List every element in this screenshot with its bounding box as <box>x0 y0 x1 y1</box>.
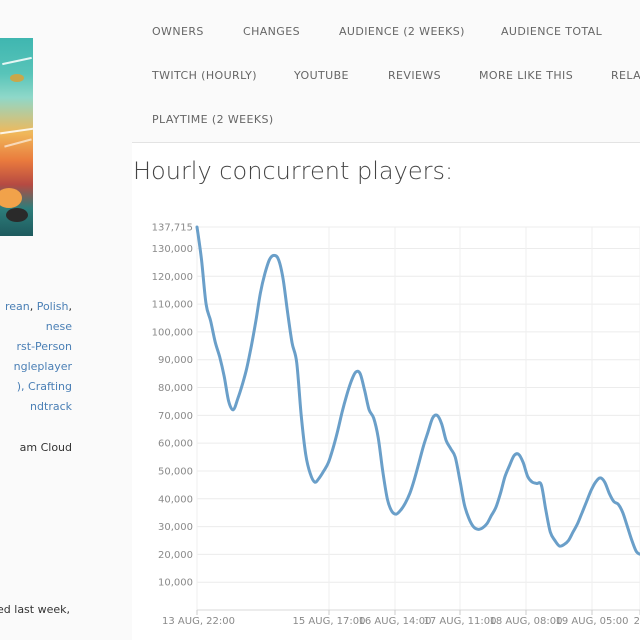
image-streak <box>0 127 33 135</box>
x-tick-label: 16 AUG, 14:00 <box>359 616 432 627</box>
nav-playtime-2-weeks[interactable]: PLAYTIME (2 WEEKS) <box>152 113 274 126</box>
x-axis: 13 AUG, 22:00 15 AUG, 17:0016 AUG, 14:001… <box>162 610 640 627</box>
nav-audience-total[interactable]: AUDIENCE TOTAL <box>501 25 602 38</box>
tag-link-partial[interactable]: ), <box>17 380 28 393</box>
y-tick-label: 20,000 <box>158 550 193 561</box>
image-shape <box>10 74 24 82</box>
separator: , <box>29 300 37 313</box>
nav-changes[interactable]: CHANGES <box>243 25 300 38</box>
y-tick-label: 137,715 <box>152 223 193 234</box>
y-tick-label: 100,000 <box>152 327 193 338</box>
y-tick-label: 110,000 <box>152 300 193 311</box>
separator: , <box>68 300 73 313</box>
x-tick-label: 13 AUG, 22:00 <box>162 616 235 627</box>
y-tick-label: 40,000 <box>158 494 193 505</box>
y-tick-label: 120,000 <box>152 272 193 283</box>
concurrent-players-chart[interactable]: 137,715 130,000 120,000 110,000 100,000 90,00… <box>132 200 640 640</box>
tags-line-4: ndtrack <box>30 397 72 417</box>
nav-related[interactable]: RELA <box>611 69 640 82</box>
languages-line-2: nese <box>46 317 72 337</box>
tags-line-3: ), Crafting <box>17 377 72 397</box>
x-tick-label: 15 AUG, 17:00 <box>293 616 366 627</box>
language-link-polish[interactable]: Polish <box>37 300 69 313</box>
summary-text: ded last week, <box>0 603 70 616</box>
y-tick-label: 70,000 <box>158 411 193 422</box>
tag-link-soundtrack[interactable]: ndtrack <box>30 400 72 413</box>
y-tick-label: 130,000 <box>152 244 193 255</box>
y-tick-label: 90,000 <box>158 355 193 366</box>
features-text: am Cloud <box>19 441 72 454</box>
tags-line-1: rst-Person <box>17 337 73 357</box>
game-header-image[interactable] <box>0 38 33 236</box>
image-shape <box>0 188 22 208</box>
game-sidebar: rean, Polish, nese rst-Person ngleplayer… <box>0 0 132 640</box>
tag-link-singleplayer[interactable]: ngleplayer <box>14 360 72 373</box>
y-tick-label: 60,000 <box>158 439 193 450</box>
tag-link-crafting[interactable]: Crafting <box>28 380 72 393</box>
y-tick-label: 80,000 <box>158 383 193 394</box>
image-streak <box>2 56 32 66</box>
y-tick-label: 10,000 <box>158 578 193 589</box>
nav-reviews[interactable]: REVIEWS <box>388 69 441 82</box>
y-tick-label: 50,000 <box>158 466 193 477</box>
x-tick-label: 19 AUG, 05:00 <box>556 616 629 627</box>
language-link-chinese[interactable]: nese <box>46 320 72 333</box>
x-tick-label: 18 AUG, 08:00 <box>490 616 563 627</box>
tags-line-2: ngleplayer <box>14 357 72 377</box>
nav-audience-2-weeks[interactable]: AUDIENCE (2 WEEKS) <box>339 25 465 38</box>
x-tick-label: 20 <box>634 616 640 627</box>
chart-title: Hourly concurrent players: <box>133 157 454 185</box>
language-link-korean[interactable]: rean <box>5 300 30 313</box>
y-tick-label: 30,000 <box>158 522 193 533</box>
nav-more-like-this[interactable]: MORE LIKE THIS <box>479 69 573 82</box>
nav-twitch-hourly[interactable]: TWITCH (HOURLY) <box>152 69 257 82</box>
image-shape <box>6 208 28 222</box>
nav-owners[interactable]: OWNERS <box>152 25 204 38</box>
section-nav: OWNERS CHANGES AUDIENCE (2 WEEKS) AUDIEN… <box>132 0 640 143</box>
x-tick-label: 17 AUG, 11:00 <box>424 616 497 627</box>
image-streak <box>4 138 32 148</box>
y-axis: 137,715 130,000 120,000 110,000 100,000 90,00… <box>152 223 193 589</box>
languages-line-1: rean, Polish, <box>5 297 72 317</box>
tag-link-first-person[interactable]: rst-Person <box>17 340 73 353</box>
nav-youtube[interactable]: YOUTUBE <box>294 69 349 82</box>
